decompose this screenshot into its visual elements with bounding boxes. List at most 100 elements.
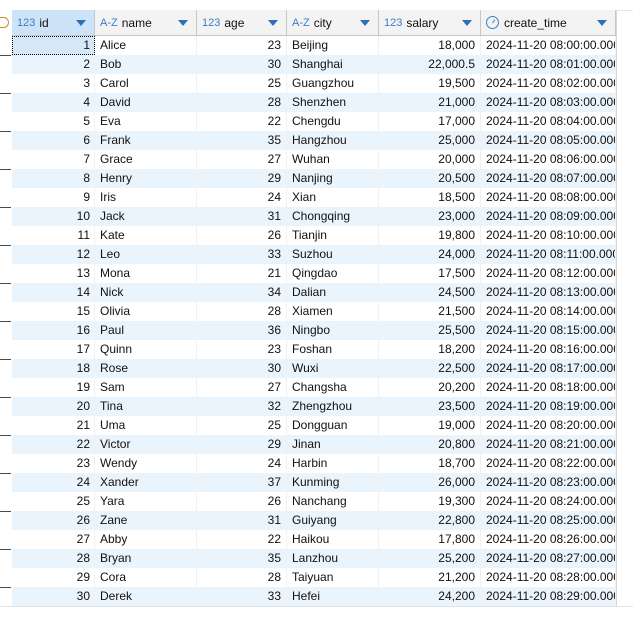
cell-name[interactable]: Grace <box>95 150 197 169</box>
cell-id[interactable]: 19 <box>12 378 95 397</box>
cell-name[interactable]: Frank <box>95 131 197 150</box>
cell-create-time[interactable]: 2024-11-20 08:09:00.000 <box>481 207 616 226</box>
cell-name[interactable]: Olivia <box>95 302 197 321</box>
cell-city[interactable]: Chengdu <box>287 112 379 131</box>
sort-dropdown-icon[interactable] <box>76 20 86 26</box>
cell-create-time[interactable]: 2024-11-20 08:00:00.000 <box>481 36 616 55</box>
cell-id[interactable]: 12 <box>12 245 95 264</box>
cell-create-time[interactable]: 2024-11-20 08:17:00.000 <box>481 359 616 378</box>
cell-name[interactable]: Alice <box>95 36 197 55</box>
cell-city[interactable]: Haikou <box>287 530 379 549</box>
cell-age[interactable]: 25 <box>197 416 287 435</box>
cell-create-time[interactable]: 2024-11-20 08:01:00.000 <box>481 55 616 74</box>
cell-salary[interactable]: 18,200 <box>379 340 481 359</box>
cell-age[interactable]: 26 <box>197 226 287 245</box>
cell-name[interactable]: Wendy <box>95 454 197 473</box>
table-row[interactable]: 27 Abby 22 Haikou 17,800 2024-11-20 08:26:00.… <box>12 530 616 549</box>
cell-create-time[interactable]: 2024-11-20 08:11:00.000 <box>481 245 616 264</box>
cell-salary[interactable]: 26,000 <box>379 473 481 492</box>
table-row[interactable]: 3 Carol 25 Guangzhou 19,500 2024-11-20 08:02:… <box>12 74 616 93</box>
cell-name[interactable]: Iris <box>95 188 197 207</box>
cell-name[interactable]: Rose <box>95 359 197 378</box>
cell-create-time[interactable]: 2024-11-20 08:06:00.000 <box>481 150 616 169</box>
cell-create-time[interactable]: 2024-11-20 08:19:00.000 <box>481 397 616 416</box>
cell-create-time[interactable]: 2024-11-20 08:18:00.000 <box>481 378 616 397</box>
cell-name[interactable]: Quinn <box>95 340 197 359</box>
cell-age[interactable]: 33 <box>197 245 287 264</box>
cell-id[interactable]: 16 <box>12 321 95 340</box>
cell-city[interactable]: Qingdao <box>287 264 379 283</box>
cell-id[interactable]: 10 <box>12 207 95 226</box>
cell-name[interactable]: Cora <box>95 568 197 587</box>
cell-name[interactable]: Paul <box>95 321 197 340</box>
cell-age[interactable]: 30 <box>197 359 287 378</box>
cell-create-time[interactable]: 2024-11-20 08:12:00.000 <box>481 264 616 283</box>
cell-age[interactable]: 27 <box>197 150 287 169</box>
cell-salary[interactable]: 24,200 <box>379 587 481 606</box>
cell-id[interactable]: 8 <box>12 169 95 188</box>
table-row[interactable]: 9 Iris 24 Xian 18,500 2024-11-20 08:08:00.000 <box>12 188 616 207</box>
cell-salary[interactable]: 20,500 <box>379 169 481 188</box>
cell-age[interactable]: 24 <box>197 454 287 473</box>
cell-city[interactable]: Dalian <box>287 283 379 302</box>
sort-dropdown-icon[interactable] <box>597 20 607 26</box>
column-header-salary[interactable]: 123 salary <box>379 10 481 36</box>
table-row[interactable]: 6 Frank 35 Hangzhou 25,000 2024-11-20 08:05:0… <box>12 131 616 150</box>
cell-city[interactable]: Kunming <box>287 473 379 492</box>
cell-city[interactable]: Wuxi <box>287 359 379 378</box>
cell-age[interactable]: 28 <box>197 302 287 321</box>
cell-name[interactable]: Derek <box>95 587 197 606</box>
cell-name[interactable]: Abby <box>95 530 197 549</box>
cell-name[interactable]: Zane <box>95 511 197 530</box>
cell-name[interactable]: Sam <box>95 378 197 397</box>
cell-city[interactable]: Dongguan <box>287 416 379 435</box>
table-row[interactable]: 16 Paul 36 Ningbo 25,500 2024-11-20 08:15:00.… <box>12 321 616 340</box>
cell-create-time[interactable]: 2024-11-20 08:10:00.000 <box>481 226 616 245</box>
cell-salary[interactable]: 19,300 <box>379 492 481 511</box>
cell-name[interactable]: Henry <box>95 169 197 188</box>
table-row[interactable]: 22 Victor 29 Jinan 20,800 2024-11-20 08:21:00… <box>12 435 616 454</box>
table-row[interactable]: 13 Mona 21 Qingdao 17,500 2024-11-20 08:12:00… <box>12 264 616 283</box>
table-row[interactable]: 28 Bryan 35 Lanzhou 25,200 2024-11-20 08:27:0… <box>12 549 616 568</box>
cell-age[interactable]: 35 <box>197 131 287 150</box>
cell-id[interactable]: 2 <box>12 55 95 74</box>
table-row[interactable]: 11 Kate 26 Tianjin 19,800 2024-11-20 08:10:00… <box>12 226 616 245</box>
table-row[interactable]: 1 Alice 23 Beijing 18,000 2024-11-20 08:00:00… <box>12 36 616 55</box>
table-row[interactable]: 7 Grace 27 Wuhan 20,000 2024-11-20 08:06:00.0… <box>12 150 616 169</box>
cell-create-time[interactable]: 2024-11-20 08:13:00.000 <box>481 283 616 302</box>
cell-city[interactable]: Hefei <box>287 587 379 606</box>
cell-age[interactable]: 31 <box>197 511 287 530</box>
column-header-id[interactable]: 123 id <box>12 10 95 36</box>
cell-create-time[interactable]: 2024-11-20 08:28:00.000 <box>481 568 616 587</box>
cell-age[interactable]: 32 <box>197 397 287 416</box>
table-row[interactable]: 15 Olivia 28 Xiamen 21,500 2024-11-20 08:14:0… <box>12 302 616 321</box>
cell-id[interactable]: 25 <box>12 492 95 511</box>
cell-create-time[interactable]: 2024-11-20 08:27:00.000 <box>481 549 616 568</box>
cell-id[interactable]: 24 <box>12 473 95 492</box>
cell-name[interactable]: Carol <box>95 74 197 93</box>
cell-age[interactable]: 34 <box>197 283 287 302</box>
cell-age[interactable]: 23 <box>197 340 287 359</box>
cell-salary[interactable]: 17,500 <box>379 264 481 283</box>
column-header-name[interactable]: A-Z name <box>95 10 197 36</box>
cell-name[interactable]: Leo <box>95 245 197 264</box>
cell-salary[interactable]: 17,000 <box>379 112 481 131</box>
cell-age[interactable]: 36 <box>197 321 287 340</box>
cell-create-time[interactable]: 2024-11-20 08:25:00.000 <box>481 511 616 530</box>
cell-city[interactable]: Wuhan <box>287 150 379 169</box>
table-row[interactable]: 30 Derek 33 Hefei 24,200 2024-11-20 08:29:00.… <box>12 587 616 606</box>
table-row[interactable]: 14 Nick 34 Dalian 24,500 2024-11-20 08:13:00.… <box>12 283 616 302</box>
cell-id[interactable]: 18 <box>12 359 95 378</box>
cell-create-time[interactable]: 2024-11-20 08:24:00.000 <box>481 492 616 511</box>
table-row[interactable]: 2 Bob 30 Shanghai 22,000.5 2024-11-20 08:01:0… <box>12 55 616 74</box>
cell-age[interactable]: 30 <box>197 55 287 74</box>
cell-id[interactable]: 14 <box>12 283 95 302</box>
table-row[interactable]: 23 Wendy 24 Harbin 18,700 2024-11-20 08:22:00… <box>12 454 616 473</box>
cell-name[interactable]: Tina <box>95 397 197 416</box>
table-row[interactable]: 5 Eva 22 Chengdu 17,000 2024-11-20 08:04:00.0… <box>12 112 616 131</box>
cell-age[interactable]: 33 <box>197 587 287 606</box>
cell-city[interactable]: Guangzhou <box>287 74 379 93</box>
table-row[interactable]: 10 Jack 31 Chongqing 23,000 2024-11-20 08:09:… <box>12 207 616 226</box>
cell-id[interactable]: 1 <box>12 36 95 55</box>
cell-create-time[interactable]: 2024-11-20 08:21:00.000 <box>481 435 616 454</box>
